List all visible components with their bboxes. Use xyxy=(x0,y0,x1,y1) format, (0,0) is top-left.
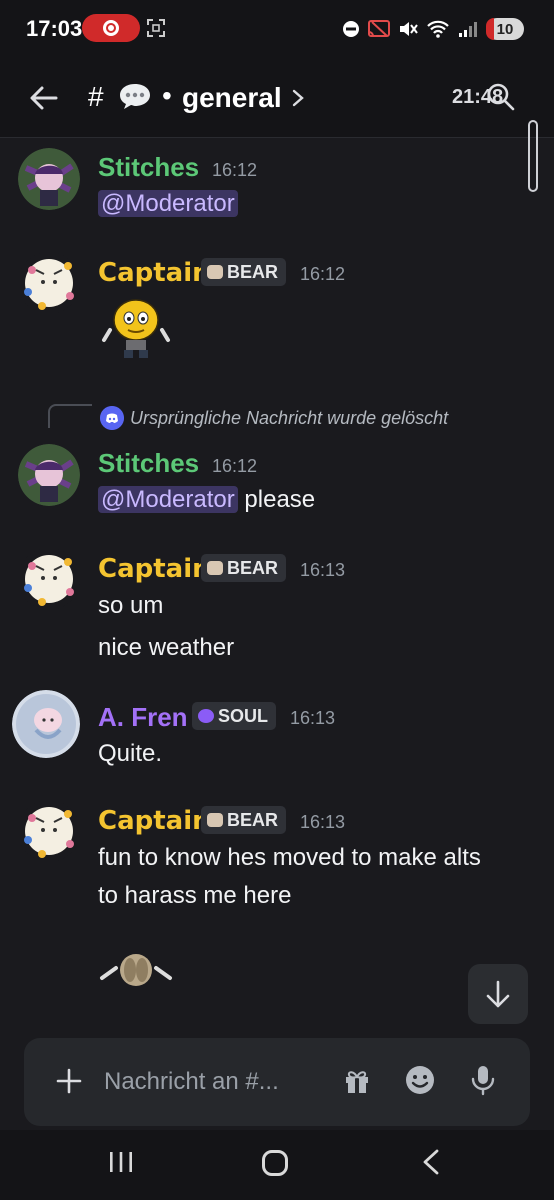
avatar-captain[interactable] xyxy=(18,252,80,314)
server-tag[interactable]: BEAR xyxy=(201,258,287,286)
tag-label: BEAR xyxy=(227,557,279,578)
status-bar: 17:03 10 xyxy=(0,0,554,58)
emoji-sticker[interactable] xyxy=(98,290,174,366)
timestamp: 16:12 xyxy=(300,264,346,284)
message-text: so um xyxy=(98,592,164,619)
cast-icon xyxy=(368,20,390,37)
channel-name[interactable]: general xyxy=(182,82,282,114)
username[interactable]: Stitches xyxy=(98,152,199,183)
message-item[interactable]: A. Fren SOUL 16:13 Quite. xyxy=(0,686,554,786)
jump-to-bottom-button[interactable] xyxy=(468,964,528,1024)
username[interactable]: A. Fren xyxy=(98,702,188,733)
status-time: 17:03 xyxy=(26,16,83,41)
username[interactable]: Captain xyxy=(98,258,211,288)
message-text: to harass me here xyxy=(98,882,292,909)
server-tag[interactable]: BEAR xyxy=(201,554,287,582)
signal-icon xyxy=(459,22,477,37)
battery-icon: 10 xyxy=(486,18,524,40)
message-item[interactable]: Stitches 16:12 @Moderator xyxy=(0,138,554,238)
message-input[interactable]: Nachricht an #... xyxy=(104,1068,279,1096)
username[interactable]: Captain xyxy=(98,806,211,836)
tag-label: BEAR xyxy=(227,809,279,830)
nav-back-icon[interactable] xyxy=(420,1148,442,1176)
message-composer: Nachricht an #... xyxy=(24,1038,530,1126)
speech-bubble-icon xyxy=(120,84,150,109)
message-text: @Moderator please xyxy=(98,486,315,514)
bear-badge-icon xyxy=(207,813,223,827)
mute-icon xyxy=(400,22,418,36)
channel-header: # • general 21:48 xyxy=(0,58,554,192)
channel-hash: # xyxy=(88,81,104,112)
back-arrow-icon[interactable] xyxy=(24,78,64,118)
bear-badge-icon xyxy=(207,265,223,279)
message-text: Quite. xyxy=(98,740,163,767)
channel-dot: • xyxy=(162,80,172,111)
user-mention[interactable]: @Moderator xyxy=(98,190,238,217)
timestamp: 16:12 xyxy=(212,160,258,180)
username[interactable]: Stitches xyxy=(98,448,199,479)
avatar-stitches[interactable] xyxy=(18,148,80,210)
message-text: fun to know hes moved to make alts xyxy=(98,844,481,871)
status-icons: 10 xyxy=(342,15,524,43)
battery-level: 10 xyxy=(496,20,514,38)
timestamp: 16:13 xyxy=(290,708,336,728)
home-icon[interactable] xyxy=(262,1150,288,1176)
discord-icon xyxy=(100,406,124,430)
search-icon[interactable] xyxy=(486,82,516,112)
arrow-down-icon xyxy=(486,980,510,1008)
screenshot-icon xyxy=(147,19,165,37)
plus-icon[interactable] xyxy=(54,1066,84,1096)
message-body: please xyxy=(244,486,316,513)
user-mention[interactable]: @Moderator xyxy=(98,486,238,513)
message-item[interactable]: Captain BEAR 16:12 xyxy=(0,240,554,390)
message-text: nice weather xyxy=(98,634,235,661)
avatar-captain[interactable] xyxy=(18,548,80,610)
avatar-stitches[interactable] xyxy=(18,444,80,506)
emoji-sticker[interactable] xyxy=(98,948,174,988)
username[interactable]: Captain xyxy=(98,554,211,584)
message-item[interactable]: Captain BEAR 16:13 so um nice weather xyxy=(0,540,554,680)
server-tag[interactable]: BEAR xyxy=(201,806,287,834)
tag-label: BEAR xyxy=(227,261,279,282)
chevron-right-icon[interactable] xyxy=(290,88,306,108)
timestamp: 16:13 xyxy=(300,560,346,580)
gift-icon[interactable] xyxy=(342,1066,372,1096)
timestamp: 16:12 xyxy=(212,456,258,476)
bear-badge-icon xyxy=(207,561,223,575)
avatar-fren[interactable] xyxy=(12,690,80,758)
screen-record-icon xyxy=(82,14,140,42)
timestamp: 16:13 xyxy=(300,812,346,832)
avatar-captain[interactable] xyxy=(18,800,80,862)
reply-connector xyxy=(48,404,92,428)
message-item[interactable]: Stitches 16:12 @Moderator please xyxy=(0,436,554,536)
microphone-icon[interactable] xyxy=(470,1064,496,1096)
soul-badge-icon xyxy=(198,709,214,723)
dnd-icon xyxy=(343,21,359,37)
server-tag[interactable]: SOUL xyxy=(192,702,277,730)
wifi-icon xyxy=(427,20,449,38)
message-text: @Moderator xyxy=(98,190,238,218)
recents-icon[interactable] xyxy=(108,1150,134,1174)
tag-label: SOUL xyxy=(218,705,269,726)
reply-deleted-note[interactable]: Ursprüngliche Nachricht wurde gelöscht xyxy=(130,408,448,429)
emoji-icon[interactable] xyxy=(404,1064,436,1096)
system-nav-bar xyxy=(0,1130,554,1200)
